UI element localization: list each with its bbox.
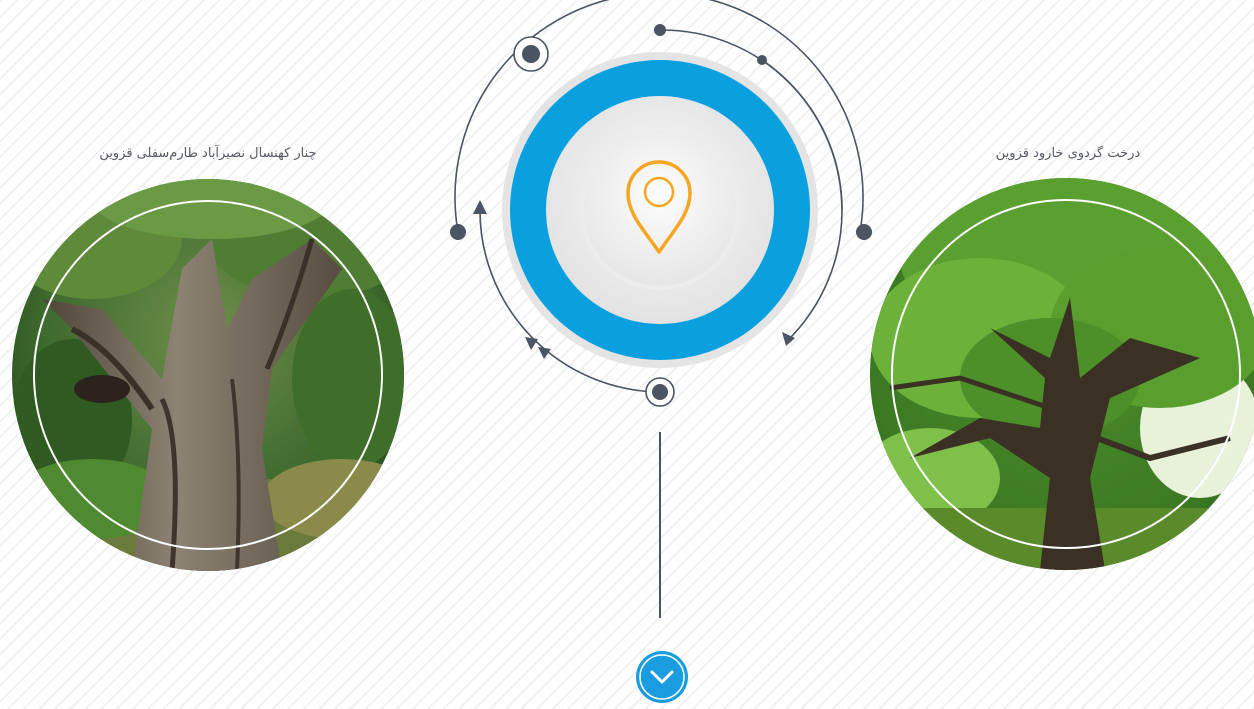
left-tree-photo[interactable] (12, 179, 404, 571)
scroll-down-button[interactable] (635, 650, 689, 704)
plane-tree-image (12, 179, 404, 571)
right-tree-caption: درخت گردوی خارود قزوین (995, 146, 1141, 161)
hub-connector-line (659, 432, 661, 618)
walnut-tree-image (870, 178, 1254, 570)
left-tree-caption: چنار کهنسال نصیرآباد طارم‌سفلی قزوین (99, 146, 317, 161)
location-hub (450, 0, 872, 407)
right-tree-photo[interactable] (870, 178, 1254, 570)
